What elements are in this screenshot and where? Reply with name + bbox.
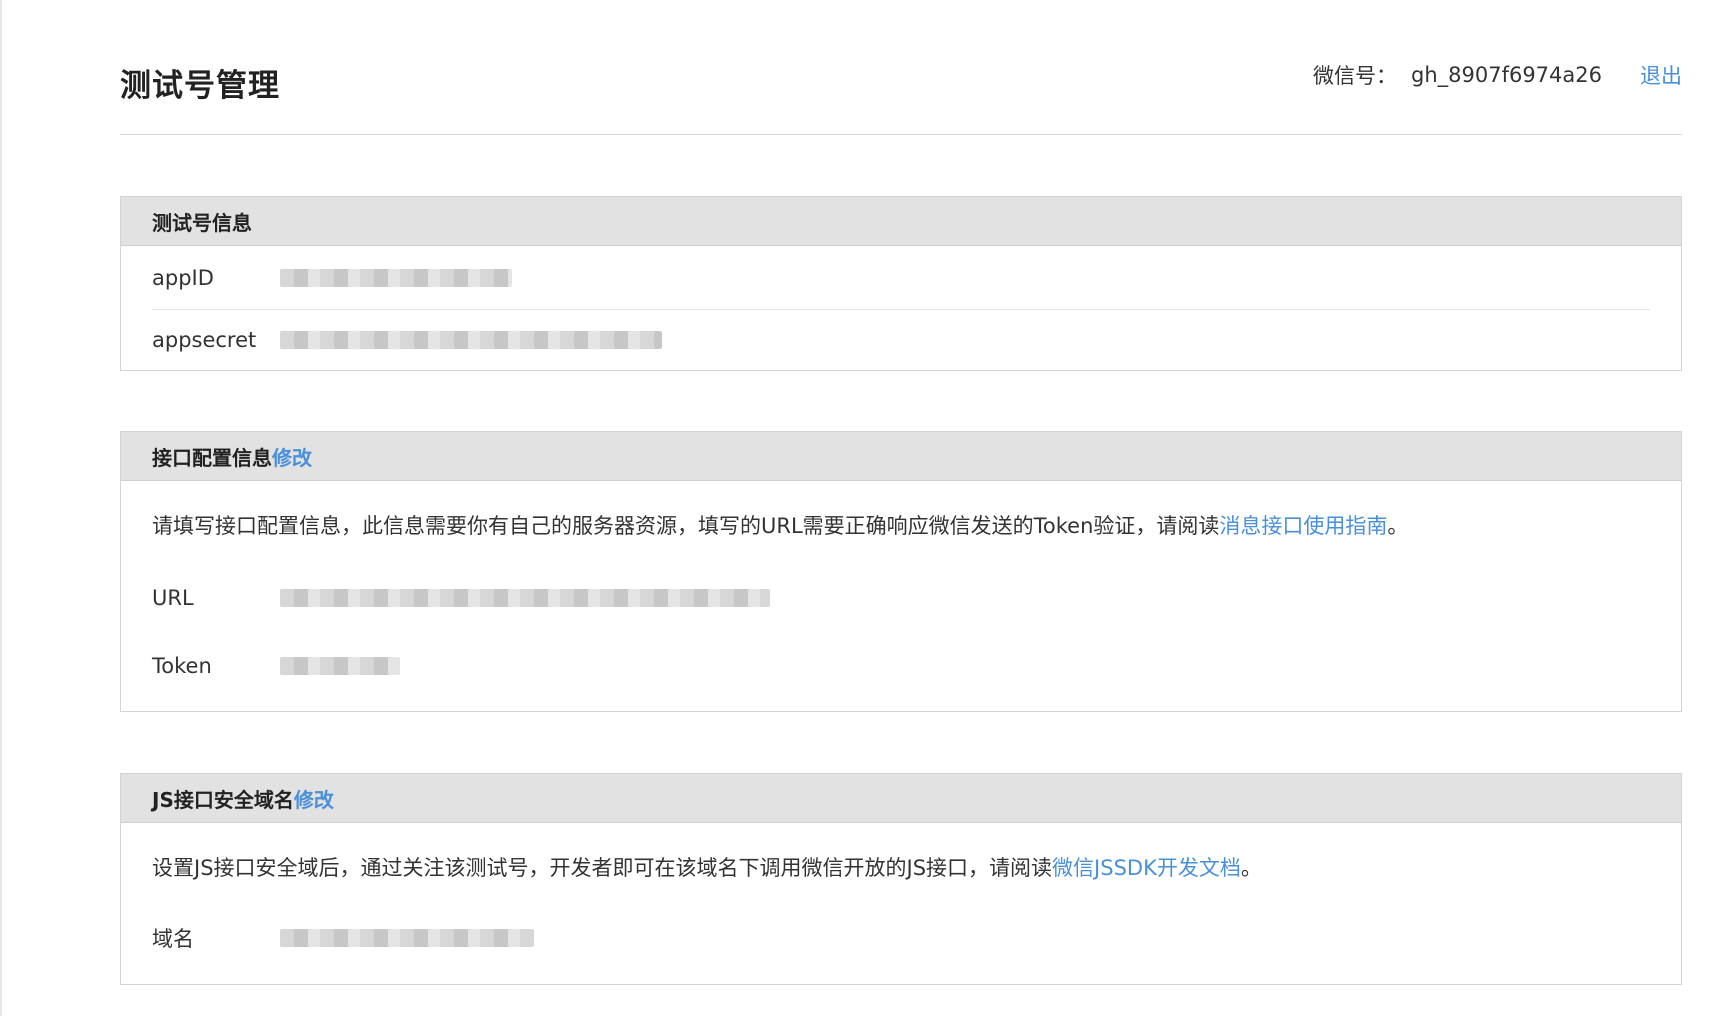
jssdk-docs-link[interactable]: 微信JSSDK开发文档 <box>1052 856 1241 880</box>
interface-description: 请填写接口配置信息，此信息需要你有自己的服务器资源，填写的URL需要正确响应微信… <box>152 481 1650 540</box>
appsecret-label: appsecret <box>152 328 257 352</box>
js-domain-description: 设置JS接口安全域后，通过关注该测试号，开发者即可在该域名下调用微信开放的JS接… <box>152 823 1650 882</box>
description-text: 请填写接口配置信息，此信息需要你有自己的服务器资源，填写的URL需要正确响应微信… <box>152 514 1220 538</box>
page: 测试号管理 微信号： gh_8907f6974a26 退出 测试号信息 appI… <box>0 0 1710 1016</box>
panel-header: 测试号信息 <box>121 197 1681 246</box>
panel-body: appID appsecret <box>121 246 1681 370</box>
description-end: 。 <box>1240 856 1262 880</box>
description-end: 。 <box>1387 514 1409 538</box>
edit-interface-link[interactable]: 修改 <box>272 442 312 471</box>
appsecret-masked-value <box>280 331 662 349</box>
panel-body: 设置JS接口安全域后，通过关注该测试号，开发者即可在该域名下调用微信开放的JS接… <box>121 823 1681 972</box>
edit-js-domain-link[interactable]: 修改 <box>294 784 334 813</box>
url-masked-value <box>280 589 770 608</box>
domain-label: 域名 <box>152 927 194 952</box>
panel-title: 接口配置信息 <box>152 445 272 470</box>
appid-label: appID <box>152 265 214 290</box>
appid-row: appID <box>152 246 1650 309</box>
test-account-info-panel: 测试号信息 appID appsecret <box>120 196 1682 371</box>
message-interface-guide-link[interactable]: 消息接口使用指南 <box>1219 514 1387 538</box>
account-value: gh_8907f6974a26 <box>1410 63 1602 87</box>
left-border <box>0 0 2 1016</box>
url-row: URL <box>152 564 1650 632</box>
appsecret-row: appsecret <box>152 310 1650 370</box>
panel-header: 接口配置信息 修改 <box>121 432 1681 481</box>
url-label: URL <box>152 586 194 611</box>
token-label: Token <box>152 654 212 679</box>
page-header: 测试号管理 微信号： gh_8907f6974a26 退出 <box>120 40 1682 135</box>
domain-masked-value <box>280 929 534 948</box>
description-text: 设置JS接口安全域后，通过关注该测试号，开发者即可在该域名下调用微信开放的JS接… <box>152 856 1053 880</box>
logout-link[interactable]: 退出 <box>1640 60 1682 90</box>
token-masked-value <box>280 657 400 676</box>
panel-body: 请填写接口配置信息，此信息需要你有自己的服务器资源，填写的URL需要正确响应微信… <box>121 481 1681 700</box>
account-label: 微信号： <box>1312 64 1397 88</box>
panel-header: JS接口安全域名 修改 <box>121 774 1681 823</box>
js-safe-domain-panel: JS接口安全域名 修改 设置JS接口安全域后，通过关注该测试号，开发者即可在该域名… <box>120 773 1682 985</box>
panel-title: JS接口安全域名 <box>152 787 294 812</box>
interface-config-panel: 接口配置信息 修改 请填写接口配置信息，此信息需要你有自己的服务器资源，填写的UR… <box>120 431 1682 712</box>
appid-masked-value <box>280 268 512 287</box>
account-info: 微信号： gh_8907f6974a26 退出 <box>1313 60 1682 90</box>
panel-title: 测试号信息 <box>152 210 252 235</box>
page-title: 测试号管理 <box>120 68 280 104</box>
token-row: Token <box>152 632 1650 700</box>
domain-row: 域名 <box>152 904 1650 972</box>
